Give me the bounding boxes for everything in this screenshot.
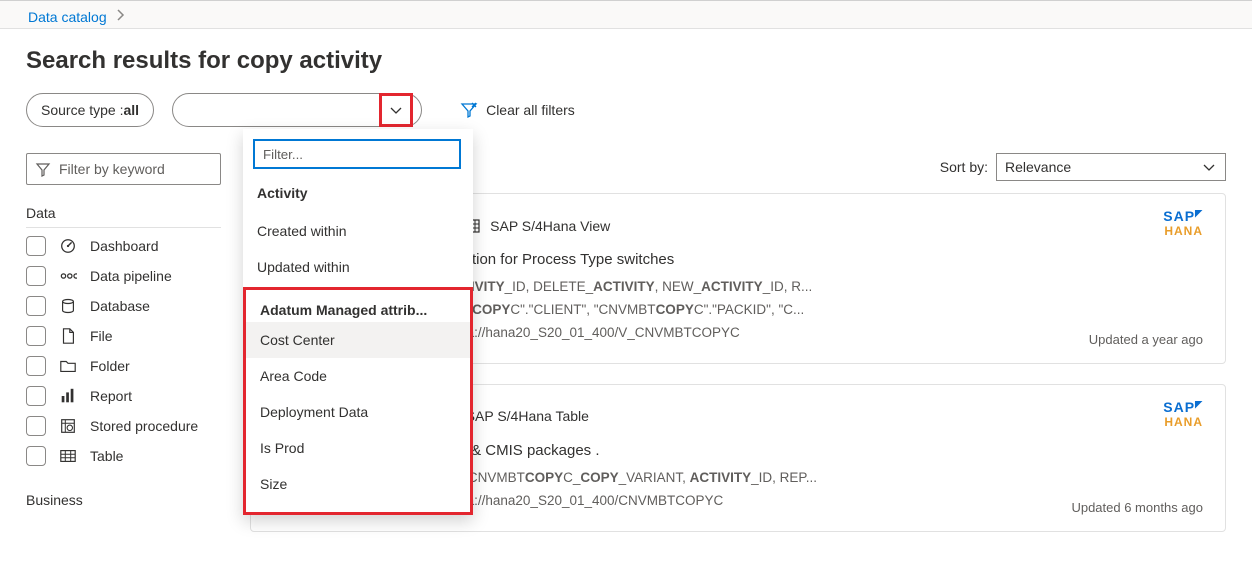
filter-by-keyword[interactable]: Filter by keyword [26,153,221,185]
database-icon [58,297,78,315]
dropdown-group-managed-attrib: Adatum Managed attrib... [246,290,470,322]
dropdown-filter-input[interactable] [253,139,461,169]
filter-icon [35,161,51,177]
facet-label: Stored procedure [90,418,198,434]
sort-by-value: Relevance [1005,159,1071,175]
dropdown-item-updated-within[interactable]: Updated within [243,249,473,285]
facet-item-database[interactable]: Database [26,296,244,316]
dropdown-managed-attributes-highlight: Adatum Managed attrib... Cost Center Are… [243,287,473,515]
facet-label: Data pipeline [90,268,172,284]
source-type-label: Source type : [41,102,124,118]
facet-label: Table [90,448,123,464]
sap-hana-logo: SAP◤HANA [1163,399,1203,429]
sap-hana-logo: SAP◤HANA [1163,208,1203,238]
facet-item-folder[interactable]: Folder [26,356,244,376]
clear-filters-icon [460,101,478,119]
facet-label: Report [90,388,132,404]
chevron-down-icon [1201,159,1217,175]
source-type-value: all [124,102,140,118]
checkbox[interactable] [26,326,46,346]
facet-label: Database [90,298,150,314]
dropdown-item-area-code[interactable]: Area Code [246,358,470,394]
breadcrumb-bar: Data catalog [0,0,1252,29]
checkbox[interactable] [26,386,46,406]
facet-item-file[interactable]: File [26,326,244,346]
facet-header-business: Business [26,492,221,514]
checkbox[interactable] [26,266,46,286]
pipeline-icon [58,267,78,285]
facet-item-dashboard[interactable]: Dashboard [26,236,244,256]
table-icon [58,447,78,465]
checkbox[interactable] [26,416,46,436]
result-updated: Updated a year ago [1089,332,1203,347]
facet-header-data: Data [26,205,221,228]
dropdown-item-cost-center[interactable]: Cost Center [246,322,470,358]
facet-label: Dashboard [90,238,159,254]
attribute-filter-dropdown: Activity Created within Updated within A… [243,129,473,515]
facet-sidebar: Filter by keyword Data Dashboard Data pip… [26,147,244,552]
result-kind: SAP S/4Hana Table [466,408,589,424]
chevron-right-icon [113,7,129,26]
result-kind: SAP S/4Hana View [490,218,610,234]
facet-item-stored-procedure[interactable]: Stored procedure [26,416,244,436]
clear-all-filters[interactable]: Clear all filters [460,101,575,119]
dropdown-item-size[interactable]: Size [246,466,470,502]
facet-item-table[interactable]: Table [26,446,244,466]
source-type-pill[interactable]: Source type : all [26,93,154,127]
dropdown-item-is-prod[interactable]: Is Prod [246,430,470,466]
filter-by-keyword-label: Filter by keyword [59,161,165,177]
checkbox[interactable] [26,356,46,376]
facet-item-data-pipeline[interactable]: Data pipeline [26,266,244,286]
dropdown-item-created-within[interactable]: Created within [243,213,473,249]
checkbox[interactable] [26,446,46,466]
page-title: Search results for copy activity [26,47,1226,75]
breadcrumb-root[interactable]: Data catalog [28,9,107,25]
facet-label: File [90,328,113,344]
gauge-icon [58,237,78,255]
file-icon [58,327,78,345]
filter-row: Source type : all Clear all filters Acti… [26,93,1226,127]
result-updated: Updated 6 months ago [1071,500,1203,515]
chevron-down-icon [388,102,404,118]
facet-label: Folder [90,358,130,374]
dropdown-item-deployment-data[interactable]: Deployment Data [246,394,470,430]
sproc-icon [58,417,78,435]
dropdown-group-activity: Activity [243,173,473,213]
attribute-filter-pill[interactable] [172,93,422,127]
checkbox[interactable] [26,236,46,256]
bars-icon [58,387,78,405]
attribute-filter-dropdown-highlight[interactable] [379,93,413,127]
clear-filters-label: Clear all filters [486,102,575,118]
folder-icon [58,357,78,375]
checkbox[interactable] [26,296,46,316]
facet-item-report[interactable]: Report [26,386,244,406]
sort-by-select[interactable]: Relevance [996,153,1226,181]
sort-by-label: Sort by: [940,159,988,175]
